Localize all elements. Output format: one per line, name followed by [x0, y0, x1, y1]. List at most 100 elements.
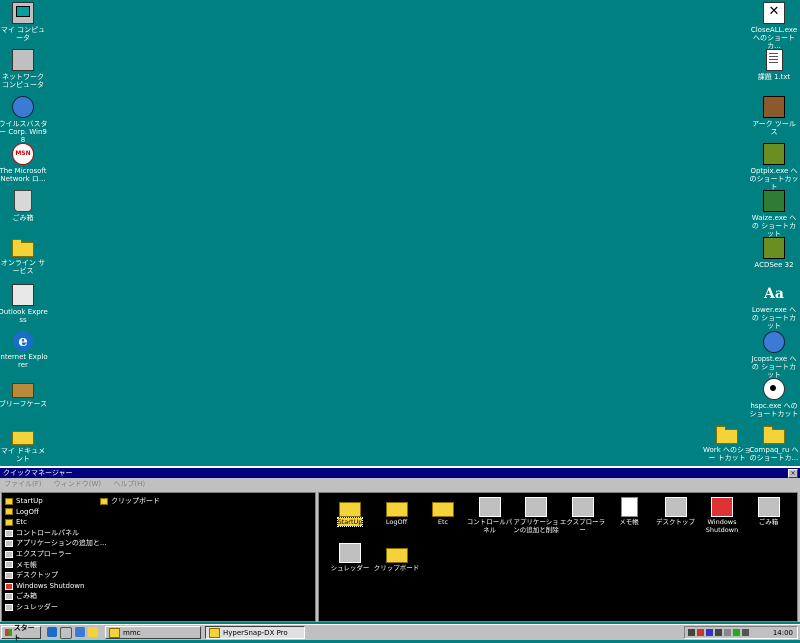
tree-item[interactable]: デスクトップ: [5, 570, 107, 581]
desktop-icon[interactable]: 課題 1.txt: [749, 49, 799, 81]
desktop-icon[interactable]: ACDSee 32: [749, 237, 799, 269]
app-icon: [5, 603, 13, 611]
folder-icon: [385, 548, 408, 563]
my-documents-icon: [12, 431, 34, 445]
launcher-item[interactable]: シュレッダー: [327, 543, 373, 573]
desktop-icon[interactable]: Compaq_ru へ のショートカ...: [749, 424, 799, 462]
tree-item[interactable]: Etc: [5, 517, 107, 528]
window-titlebar[interactable]: クイックマネージャー ×: [0, 468, 800, 478]
launcher-item-label: コントロールパネル: [466, 518, 513, 534]
desktop-icon[interactable]: Outlook Express: [0, 284, 48, 324]
taskbar-button[interactable]: HyperSnap-DX Pro: [205, 626, 305, 639]
tree-item[interactable]: Windows Shutdown: [5, 581, 107, 592]
tree-item[interactable]: ごみ箱: [5, 591, 107, 602]
desktop-icon[interactable]: ネットワーク コンピュータ: [0, 49, 48, 89]
channels-quicklaunch-icon[interactable]: [75, 626, 85, 637]
tray-icon[interactable]: [724, 629, 731, 636]
desktop-icon[interactable]: ウイルスバスター Corp. Win98: [0, 96, 48, 144]
menu-file[interactable]: ファイル(F): [4, 480, 42, 488]
tree-item-label: Windows Shutdown: [16, 581, 85, 590]
waize-icon: [763, 190, 785, 212]
globe-icon: [763, 331, 785, 353]
outlook-quicklaunch-icon[interactable]: [60, 626, 72, 639]
desktop-icon[interactable]: ✕ CloseALL.exe へのショートカ...: [749, 2, 799, 50]
tray-icon[interactable]: [733, 629, 740, 636]
desktop-icon[interactable]: Work へのショー トカット: [702, 424, 752, 462]
launcher-item[interactable]: コントロールパネル: [467, 497, 513, 534]
show-desktop-icon[interactable]: [88, 626, 98, 637]
tree-item[interactable]: コントロールパネル: [5, 528, 107, 539]
app-icon: [5, 593, 13, 601]
menu-window[interactable]: ウィンドウ(W): [54, 480, 101, 488]
desktop-icon-label: 課題 1.txt: [757, 73, 791, 81]
launcher-item-label: デスクトップ: [656, 518, 695, 526]
launcher-item[interactable]: アプリケーションの追加と削除: [513, 497, 559, 534]
desktop-icon[interactable]: マイ ドキュメント: [0, 425, 48, 463]
tree-item[interactable]: メモ帳: [5, 560, 107, 571]
shutdown-icon: [711, 497, 733, 517]
tree-item[interactable]: StartUp: [5, 496, 107, 507]
folder-icon: [5, 518, 13, 526]
tray-icon[interactable]: [742, 629, 749, 636]
launcher-item-label: クリップボード: [373, 564, 420, 572]
tree-item[interactable]: シュレッダー: [5, 602, 107, 613]
launcher-item-label: LogOff: [385, 518, 408, 526]
desktop-icon[interactable]: Jcopst.exe への ショートカット: [749, 331, 799, 379]
menu-help[interactable]: ヘルプ(H): [113, 480, 145, 488]
launcher-item-label: アプリケーションの追加と削除: [513, 518, 559, 534]
tray-icon[interactable]: [706, 629, 713, 636]
tray-icon[interactable]: [715, 629, 722, 636]
desktop-icon[interactable]: アーク ツールス: [749, 96, 799, 136]
desktop-icon[interactable]: Aa Lower.exe への ショートカット: [749, 284, 799, 330]
launcher-item[interactable]: クリップボード: [374, 543, 420, 573]
desktop-icon[interactable]: e Internet Explorer: [0, 331, 48, 369]
desktop-icon[interactable]: hspc.exe への ショートカット: [749, 378, 799, 418]
close-all-icon: ✕: [763, 2, 785, 24]
archive-tool-icon: [763, 96, 785, 118]
tray-icon[interactable]: [697, 629, 704, 636]
launcher-item-label: シュレッダー: [330, 564, 370, 572]
launcher-item[interactable]: エクスプローラー: [560, 497, 606, 534]
tree-item[interactable]: エクスプローラー: [5, 549, 107, 560]
taskbar-button[interactable]: mmc: [105, 626, 201, 639]
launcher-item[interactable]: メモ帳: [606, 497, 652, 527]
tray-icon[interactable]: [688, 629, 695, 636]
start-button[interactable]: スタート: [1, 624, 41, 642]
launcher-item[interactable]: StartUp: [327, 497, 373, 527]
app-icon: [571, 497, 594, 517]
desktop-icon-label: ウイルスバスター Corp. Win98: [0, 120, 48, 144]
tree-item[interactable]: クリップボード: [100, 496, 160, 507]
network-icon: [12, 49, 34, 71]
app-icon: [5, 550, 13, 558]
launcher-item[interactable]: デスクトップ: [653, 497, 699, 527]
desktop-icon[interactable]: ブリーフケース: [0, 378, 48, 408]
window-title: クイックマネージャー: [3, 469, 73, 477]
desktop-icon[interactable]: オンライン サービス: [0, 237, 48, 275]
desktop-icon[interactable]: Optpix.exe へ のショートカット: [749, 143, 799, 191]
launcher-item-label: ごみ箱: [758, 518, 779, 526]
launcher-item[interactable]: ごみ箱: [746, 497, 792, 527]
tree-item[interactable]: LogOff: [5, 507, 107, 518]
desktop-icon[interactable]: マイ コンピュータ: [0, 2, 48, 42]
close-button[interactable]: ×: [788, 469, 798, 478]
taskbar: スタート mmc HyperSnap-DX Pro 14:00: [0, 624, 800, 642]
menu-bar: ファイル(F) ウィンドウ(W) ヘルプ(H): [0, 478, 800, 490]
launcher-item[interactable]: LogOff: [374, 497, 420, 527]
desktop-icon[interactable]: ごみ箱: [0, 190, 48, 222]
tree-pane: StartUp LogOff Etc コントロールパネル アプリケーションの追加と...…: [1, 492, 316, 622]
launcher-item-label: Windows Shutdown: [705, 518, 739, 534]
launcher-item[interactable]: Windows Shutdown: [699, 497, 745, 534]
ie-icon: e: [13, 331, 33, 351]
ie-quicklaunch-icon[interactable]: [47, 626, 57, 637]
tree-item[interactable]: アプリケーションの追加と...: [5, 538, 107, 549]
tree-item-label: ごみ箱: [16, 592, 37, 601]
acdsee-icon: [763, 237, 785, 259]
optpix-icon: [763, 143, 785, 165]
desktop-icon[interactable]: Waize.exe への ショートカット: [749, 190, 799, 238]
desktop-icon[interactable]: MSN The Microsoft Network ロ...: [0, 143, 48, 183]
desktop-icon-label: Waize.exe への ショートカット: [751, 214, 797, 238]
desktop-icon-label: Outlook Express: [0, 308, 48, 324]
launcher-item[interactable]: Etc: [420, 497, 466, 527]
recycle-bin-icon: [14, 190, 32, 212]
app-icon: [5, 529, 13, 537]
